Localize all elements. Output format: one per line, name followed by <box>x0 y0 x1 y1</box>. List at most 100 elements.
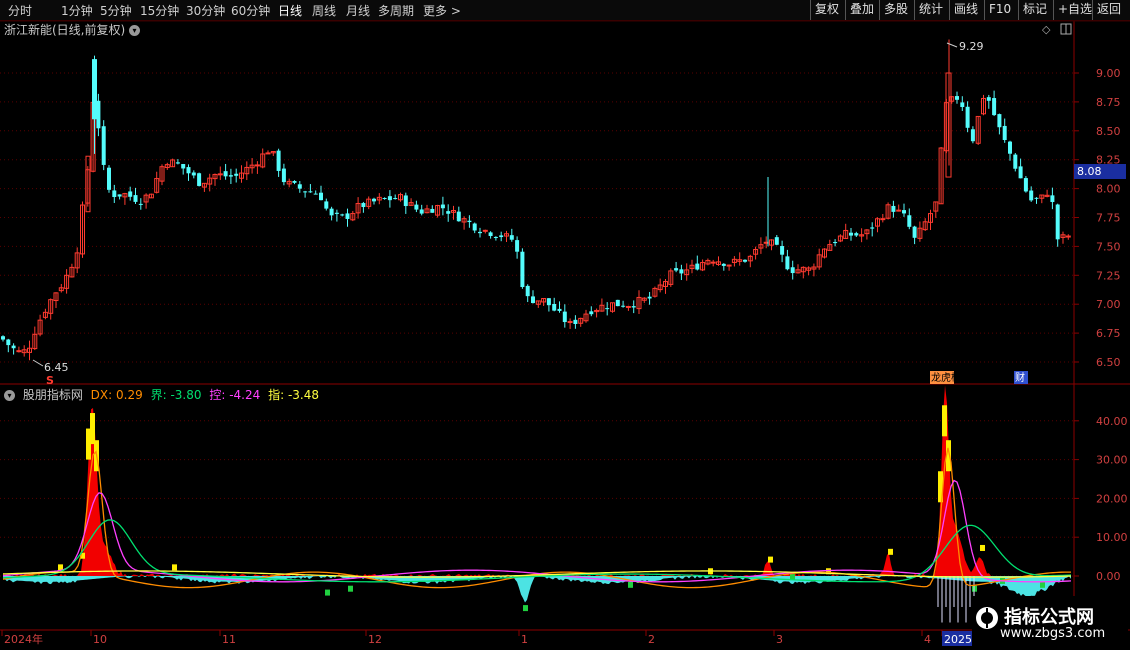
candle-down <box>960 102 965 108</box>
candle-up <box>880 218 886 221</box>
time-highlight <box>942 631 972 646</box>
candle-down <box>191 172 196 176</box>
period-tab[interactable]: 多周期 <box>378 2 414 19</box>
candle-up <box>42 311 48 318</box>
indicator-grid <box>0 420 1074 577</box>
price-tick-label: 6.75 <box>1096 327 1121 340</box>
dx-negative-area <box>3 576 1071 603</box>
watermark-url: www.zbgs3.com <box>1000 626 1106 641</box>
candle-down <box>329 208 334 216</box>
candle-up <box>800 266 806 273</box>
candle-up <box>684 269 690 276</box>
draw-line-button[interactable]: 画线 <box>949 0 982 20</box>
candle-down <box>1050 195 1055 203</box>
period-tab[interactable]: 分时 <box>8 2 32 19</box>
candle-up <box>170 159 176 168</box>
chevron-down-icon[interactable]: ▾ <box>129 25 141 36</box>
candle-up <box>1060 234 1066 238</box>
candle-up <box>795 269 801 274</box>
candle-down <box>334 212 339 214</box>
candle-up <box>864 229 870 235</box>
yellow-signal-bar <box>58 564 63 571</box>
price-chart[interactable]: 9.008.758.508.258.007.757.507.257.006.75… <box>0 0 1130 650</box>
candle-down <box>986 97 991 101</box>
add-watchlist-button[interactable]: +自选 <box>1053 0 1096 20</box>
candle-up <box>207 177 213 185</box>
candle-up <box>657 284 663 291</box>
dx-value: 0.29 <box>116 388 143 402</box>
candle-up <box>938 147 944 205</box>
period-tab[interactable]: 月线 <box>346 2 370 19</box>
period-tab[interactable]: 5分钟 <box>100 2 132 19</box>
candle-down <box>785 256 790 270</box>
candle-up <box>1044 194 1050 197</box>
zhi-label: 指: <box>268 388 285 402</box>
green-signal-bar <box>325 589 330 596</box>
candle-down <box>414 204 419 210</box>
price-tick-label: 8.00 <box>1096 183 1121 196</box>
candle-up <box>758 244 764 249</box>
more-periods-button[interactable]: 更多 > <box>423 2 461 19</box>
candle-down <box>92 59 97 120</box>
candle-up <box>80 204 85 255</box>
green-signal-bar <box>972 585 977 592</box>
candle-up <box>85 155 91 213</box>
candle-up <box>731 258 737 263</box>
candle-up <box>769 239 774 246</box>
candle-up <box>85 169 91 204</box>
candle-up <box>610 302 615 312</box>
jie-readout: 界: -3.80 <box>151 388 202 402</box>
jie-value: -3.80 <box>170 388 202 402</box>
finance-label: 财 <box>1015 371 1025 384</box>
candle-down <box>743 259 747 262</box>
f10-button[interactable]: F10 <box>984 0 1015 20</box>
candle-up <box>217 173 223 176</box>
candle-down <box>117 194 122 197</box>
candle-down <box>303 191 308 193</box>
candle-up <box>249 164 255 169</box>
annotations: 9.296.45S 龙虎榜财 <box>32 40 1028 387</box>
candle-up <box>922 221 928 231</box>
candle-up <box>641 297 647 301</box>
dragon-tiger-badge <box>930 371 954 384</box>
period-tab[interactable]: 30分钟 <box>186 2 225 19</box>
multi-stock-button[interactable]: 多股 <box>879 0 912 20</box>
indicator-name: 股朋指标网 <box>22 388 83 402</box>
candle-down <box>499 235 504 238</box>
dx-positive-area <box>3 385 1071 576</box>
restore-rights-button[interactable]: 复权 <box>810 0 843 20</box>
candle-down <box>562 311 567 323</box>
candle-down <box>467 220 472 223</box>
price-tick-label: 7.25 <box>1096 269 1121 282</box>
candle-down <box>515 240 520 252</box>
candle-down <box>520 251 525 288</box>
period-tab-active[interactable]: 日线 <box>278 2 302 19</box>
kong-label: 控: <box>209 388 226 402</box>
back-button[interactable]: 返回 <box>1092 0 1125 20</box>
period-tab[interactable]: 60分钟 <box>231 2 270 19</box>
chevron-down-icon[interactable]: ▾ <box>4 390 15 401</box>
finance-badge <box>1014 371 1028 384</box>
green-signal-bar <box>523 605 528 612</box>
candle-down <box>493 236 498 238</box>
period-tab[interactable]: 1分钟 <box>61 2 93 19</box>
yellow-signal-bar <box>826 568 831 575</box>
period-tab[interactable]: 周线 <box>312 2 336 19</box>
yellow-signal-bar <box>768 556 773 563</box>
candle-down <box>186 167 191 174</box>
period-tab[interactable]: 15分钟 <box>140 2 179 19</box>
candle-down <box>970 129 975 142</box>
mark-button[interactable]: 标记 <box>1018 0 1051 20</box>
candle-up <box>945 72 952 178</box>
yellow-signal-bar <box>942 405 947 437</box>
candle-down <box>1018 166 1023 179</box>
time-label: 12 <box>368 633 382 646</box>
candle-down <box>372 198 376 202</box>
candle-up <box>816 254 822 268</box>
candle-down <box>382 198 387 200</box>
candle-down <box>997 114 1002 128</box>
kong-readout: 控: -4.24 <box>209 388 260 402</box>
overlay-button[interactable]: 叠加 <box>845 0 878 20</box>
candle-up <box>705 259 711 265</box>
statistics-button[interactable]: 统计 <box>914 0 947 20</box>
